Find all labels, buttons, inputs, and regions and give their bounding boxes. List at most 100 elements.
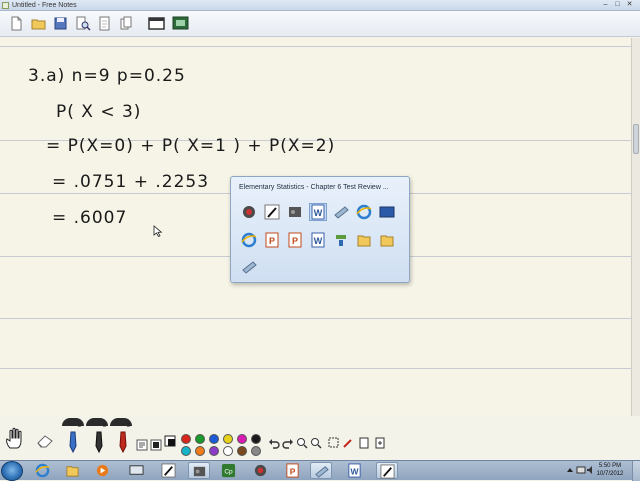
recorder-icon <box>289 207 301 217</box>
color-swatch-orange[interactable] <box>195 446 205 456</box>
shape-tool-button[interactable] <box>150 438 162 451</box>
taskbar-app-internet-explorer[interactable] <box>32 462 54 479</box>
taskbar-app-media[interactable] <box>92 462 114 479</box>
color-swatch-purple[interactable] <box>209 446 219 456</box>
color-picker-button[interactable] <box>164 434 176 447</box>
laser-pointer-button[interactable] <box>342 436 354 448</box>
close-button[interactable]: ✕ <box>625 1 634 9</box>
taskbar-app-explorer[interactable] <box>62 462 84 479</box>
copy-button[interactable] <box>118 15 135 32</box>
color-swatch-green[interactable] <box>195 434 205 444</box>
word-document-icon: W <box>311 232 325 248</box>
present-window-button[interactable] <box>148 15 165 32</box>
tray-expand-icon[interactable] <box>566 466 574 474</box>
taskbar-app-word[interactable]: W <box>344 462 366 479</box>
taskbar-app-notes[interactable] <box>310 462 332 479</box>
color-swatch-red[interactable] <box>181 434 191 444</box>
ruled-line <box>0 46 631 47</box>
popup-app-webcam[interactable] <box>241 204 257 220</box>
svg-text:Cp: Cp <box>224 468 233 475</box>
print-preview-button[interactable] <box>74 15 91 32</box>
clock-time: 5:50 PM <box>598 463 622 469</box>
taskbar-app-camtasia[interactable]: Cp <box>218 462 240 479</box>
popup-app-internet-explorer-2[interactable] <box>241 232 257 248</box>
save-icon <box>54 17 67 30</box>
screen-capture-button[interactable] <box>172 15 189 32</box>
taskbar-app-recorder[interactable] <box>188 462 210 479</box>
popup-app-word-selected[interactable]: W <box>309 203 327 221</box>
color-swatch-white[interactable] <box>223 446 233 456</box>
taskbar-app-webcam[interactable] <box>250 462 272 479</box>
clear-page-icon <box>99 16 110 31</box>
taskbar-app-screen[interactable] <box>126 462 148 479</box>
popup-app-folder-2[interactable] <box>379 232 395 248</box>
popup-app-pen-tool[interactable] <box>264 204 280 220</box>
magnifier-page-icon <box>76 16 91 31</box>
save-button[interactable] <box>52 15 69 32</box>
popup-app-powerpoint-1[interactable]: P <box>264 232 280 248</box>
page-button-2[interactable] <box>374 436 386 449</box>
folder-icon <box>66 466 79 477</box>
copy-icon <box>120 16 132 30</box>
taskbar-app-free-notes[interactable] <box>376 462 398 479</box>
minimize-button[interactable]: – <box>601 1 610 9</box>
popup-app-powerpoint-2[interactable]: P <box>287 232 303 248</box>
hand-pointer-icon[interactable] <box>4 426 30 450</box>
taskbar-app-powerpoint[interactable]: P <box>282 462 304 479</box>
internet-explorer-icon <box>356 204 372 220</box>
popup-app-notes-2[interactable] <box>241 259 257 275</box>
zoom-out-button[interactable] <box>310 436 322 449</box>
color-swatch-gray[interactable] <box>251 446 261 456</box>
popup-app-internet-explorer[interactable] <box>356 204 372 220</box>
text-tool-button[interactable] <box>136 438 148 451</box>
new-file-button[interactable] <box>8 15 25 32</box>
vertical-scrollbar[interactable] <box>631 38 640 416</box>
pen-black-icon[interactable] <box>92 430 106 454</box>
select-tool-button[interactable] <box>328 436 340 448</box>
handwritten-line-5: = .6007 <box>52 208 128 228</box>
popup-app-installer[interactable] <box>333 232 349 248</box>
svg-text:P: P <box>292 236 298 246</box>
popup-app-word-2[interactable]: W <box>310 232 326 248</box>
open-folder-button[interactable] <box>30 15 47 32</box>
windows-taskbar: Cp P W 5:50 PM 10/7/2012 <box>0 460 640 481</box>
clear-page-button[interactable] <box>96 15 113 32</box>
select-rectangle-icon <box>328 437 339 448</box>
screen-capture-icon <box>172 16 189 30</box>
color-swatch-magenta[interactable] <box>237 434 247 444</box>
system-clock[interactable]: 5:50 PM 10/7/2012 <box>592 462 628 478</box>
show-desktop-button[interactable] <box>632 461 640 481</box>
page-button-1[interactable] <box>358 436 370 449</box>
zoom-in-button[interactable] <box>296 436 308 449</box>
handwritten-line-3: = P(X=0) + P( X=1 ) + P(X=2) <box>46 136 336 156</box>
pen-tool-icon <box>161 463 176 478</box>
network-icon[interactable] <box>576 465 586 475</box>
clock-date: 10/7/2012 <box>596 471 624 477</box>
color-swatch-black[interactable] <box>251 434 261 444</box>
webcam-icon <box>254 464 267 477</box>
popup-app-recorder[interactable] <box>287 204 303 220</box>
maximize-button[interactable]: □ <box>613 1 622 9</box>
word-document-icon: W <box>311 204 325 220</box>
powerpoint-icon: P <box>265 232 279 248</box>
color-swatch-blue[interactable] <box>209 434 219 444</box>
color-swatch-yellow[interactable] <box>223 434 233 444</box>
color-swatch-cyan[interactable] <box>181 446 191 456</box>
undo-button[interactable] <box>268 436 280 449</box>
folder-icon <box>31 19 46 30</box>
app-icon <box>2 2 9 9</box>
ruled-line <box>0 318 631 319</box>
pen-blue-icon[interactable] <box>66 430 80 454</box>
redo-button[interactable] <box>282 436 294 449</box>
popup-app-folder-1[interactable] <box>356 232 372 248</box>
taskbar-app-pen[interactable] <box>158 462 180 479</box>
folder-icon <box>380 235 394 247</box>
popup-app-screen[interactable] <box>379 204 395 220</box>
camtasia-icon: Cp <box>221 463 236 478</box>
color-swatch-brown[interactable] <box>237 446 247 456</box>
popup-app-notes[interactable] <box>333 204 349 220</box>
scrollbar-thumb[interactable] <box>633 124 639 154</box>
pen-red-icon[interactable] <box>116 430 130 454</box>
eraser-icon[interactable] <box>36 434 54 448</box>
start-button[interactable] <box>1 461 23 481</box>
